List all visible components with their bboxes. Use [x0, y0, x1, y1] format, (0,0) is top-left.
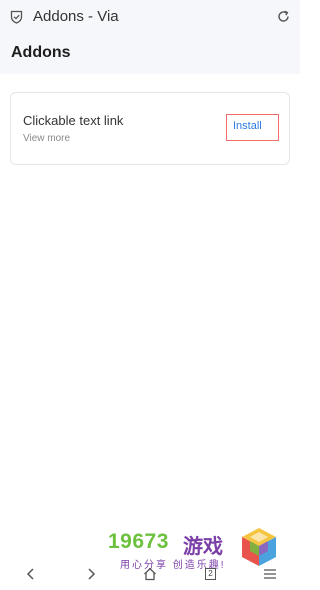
view-more-link[interactable]: View more [23, 133, 70, 144]
addons-screen: Addons - Via Addons Clickable text link … [0, 0, 300, 590]
window-title: Addons - Via [33, 8, 119, 25]
forward-button[interactable] [76, 558, 106, 590]
tabs-button[interactable]: 2 [196, 558, 226, 590]
back-arrow-icon [26, 568, 34, 580]
title-bar: Addons - Via [0, 0, 300, 34]
addon-card[interactable]: Clickable text link View more Install [10, 92, 290, 165]
install-button[interactable]: Install [233, 120, 262, 132]
menu-icon [264, 569, 276, 579]
forward-arrow-icon [88, 568, 96, 580]
back-button[interactable] [16, 558, 46, 590]
menu-button[interactable] [255, 558, 285, 590]
page-title: Addons [11, 44, 71, 61]
watermark-brand: 游戏 [183, 536, 223, 558]
refresh-icon[interactable] [276, 9, 291, 24]
addon-name: Clickable text link [23, 113, 124, 128]
top-bar: Addons - Via Addons [0, 0, 300, 74]
watermark-number: 19673 [108, 530, 169, 553]
home-button[interactable] [135, 558, 165, 590]
home-icon [144, 567, 156, 581]
shield-icon[interactable] [10, 10, 23, 24]
tabs-icon: 2 [205, 568, 216, 580]
bottom-nav: 2 [0, 558, 300, 590]
